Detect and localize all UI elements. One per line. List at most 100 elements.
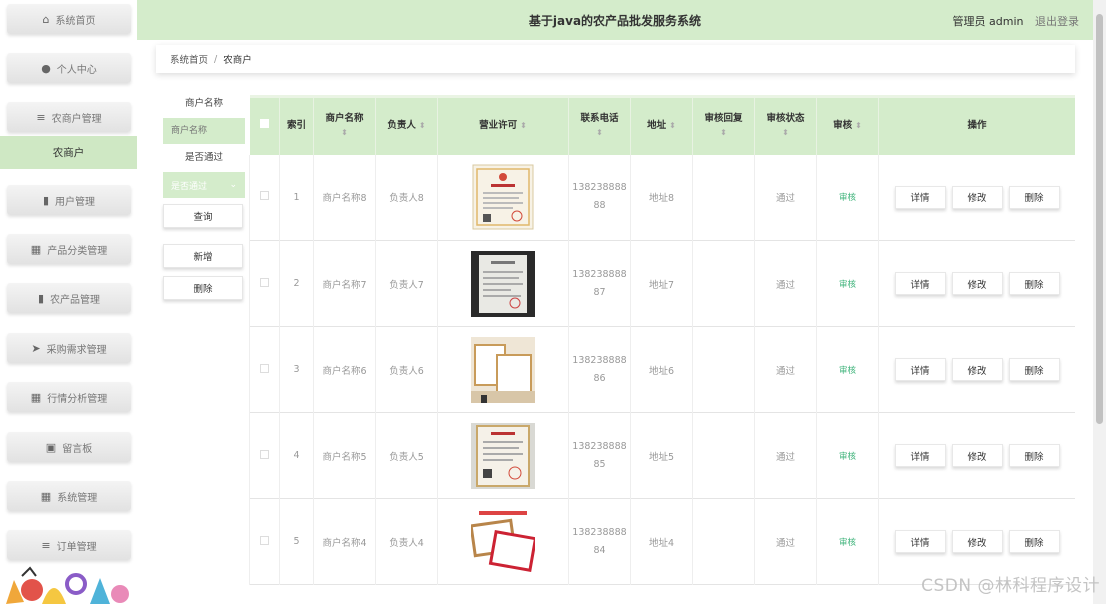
passed-select[interactable]: 是否通过 ⌄	[163, 172, 245, 198]
search-form: 商户名称 是否通过 是否通过 ⌄ 查询 新增 删除	[160, 96, 248, 300]
sidebar-item-profile[interactable]: ● 个人中心	[7, 53, 131, 83]
edit-button[interactable]: 修改	[951, 444, 1003, 467]
sort-icon[interactable]: ⬍	[419, 121, 426, 130]
audit-link[interactable]: 审核	[839, 366, 856, 376]
sidebar-item-market-analysis[interactable]: ▦ 行情分析管理	[7, 382, 131, 412]
sidebar-item-product-management[interactable]: ▮ 农产品管理	[7, 283, 131, 313]
select-all-header[interactable]	[249, 96, 280, 155]
detail-button[interactable]: 详情	[894, 530, 946, 553]
license-image[interactable]	[469, 508, 538, 575]
select-all-checkbox[interactable]	[259, 119, 269, 129]
page-scrollbar[interactable]	[1093, 0, 1106, 604]
license-image[interactable]	[471, 422, 535, 489]
scrollbar-thumb[interactable]	[1096, 14, 1103, 424]
user-icon: ●	[41, 61, 51, 75]
sidebar-item-label: 产品分类管理	[47, 245, 108, 257]
add-button[interactable]: 新增	[163, 244, 243, 268]
status-cell: 通过	[754, 240, 817, 327]
sort-icon[interactable]: ⬍	[855, 121, 862, 130]
passed-select-value: 是否通过	[171, 181, 208, 192]
sidebar-item-home[interactable]: ⌂ 系统首页	[7, 4, 131, 34]
batch-delete-button[interactable]: 删除	[163, 276, 243, 300]
detail-button[interactable]: 详情	[894, 185, 946, 209]
sidebar-item-message-board[interactable]: ▣ 留言板	[7, 432, 131, 462]
row-select-cell[interactable]	[249, 240, 280, 327]
sort-icon[interactable]: ⬍	[314, 126, 375, 140]
row-checkbox[interactable]	[260, 277, 269, 287]
license-cell	[437, 326, 569, 413]
column-header-label: 负责人	[387, 120, 416, 132]
query-button[interactable]: 查询	[163, 204, 243, 228]
row-checkbox[interactable]	[260, 535, 269, 545]
row-checkbox[interactable]	[260, 449, 269, 459]
audit-link[interactable]: 审核	[839, 538, 856, 548]
detail-button[interactable]: 详情	[894, 272, 946, 295]
audit-cell: 审核	[816, 154, 879, 241]
sidebar-item-purchase-management[interactable]: ➤ 采购需求管理	[7, 333, 131, 363]
delete-button[interactable]: 删除	[1008, 530, 1060, 553]
ops-cell: 详情 修改 删除	[878, 412, 1075, 499]
sidebar-item-order-management[interactable]: ≡ 订单管理	[7, 530, 131, 560]
edit-button[interactable]: 修改	[951, 358, 1003, 381]
audit-link[interactable]: 审核	[839, 280, 856, 290]
delete-button[interactable]: 删除	[1008, 185, 1060, 209]
license-image[interactable]	[471, 336, 535, 403]
row-select-cell[interactable]	[249, 154, 280, 241]
row-select-cell[interactable]	[249, 498, 280, 585]
license-image[interactable]	[471, 250, 535, 317]
row-select-cell[interactable]	[249, 412, 280, 499]
sort-icon[interactable]: ⬍	[669, 121, 676, 130]
breadcrumb-home[interactable]: 系统首页	[170, 52, 208, 66]
address-cell: 地址7	[630, 240, 693, 327]
delete-button[interactable]: 删除	[1008, 272, 1060, 295]
status-cell: 通过	[754, 154, 817, 241]
sort-icon[interactable]: ⬍	[569, 126, 630, 140]
audit-link[interactable]: 审核	[839, 452, 856, 462]
sidebar-item-label: 采购需求管理	[46, 344, 107, 356]
column-header-sortable[interactable]: 审核回复 ⬍	[692, 96, 755, 155]
logout-link[interactable]: 退出登录	[1035, 15, 1079, 28]
merchant-name-input[interactable]	[163, 118, 245, 144]
detail-button[interactable]: 详情	[894, 444, 946, 467]
phone-cell: 138238888 85	[568, 412, 631, 499]
column-header-sortable[interactable]: 负责人 ⬍	[375, 96, 438, 155]
column-header-sortable[interactable]: 联系电话 ⬍	[568, 96, 631, 155]
row-checkbox[interactable]	[260, 191, 269, 201]
merchant-table: 索引 商户名称 ⬍ 负责人 ⬍ 营业许可 ⬍ 联系电话 ⬍ 地址 ⬍ 审核回复 ⬍ 审核状态…	[249, 95, 1075, 604]
audit-cell: 审核	[816, 326, 879, 413]
edit-button[interactable]: 修改	[951, 530, 1003, 553]
sort-icon[interactable]: ⬍	[755, 126, 816, 140]
column-header-sortable[interactable]: 商户名称 ⬍	[313, 96, 376, 155]
sidebar-item-category-management[interactable]: ▦ 产品分类管理	[7, 234, 131, 264]
phone-line-1: 138238888	[572, 182, 627, 194]
delete-button[interactable]: 删除	[1008, 358, 1060, 381]
audit-link[interactable]: 审核	[839, 193, 856, 203]
sidebar-item-user-management[interactable]: ▮ 用户管理	[7, 185, 131, 215]
sidebar-item-label: 订单管理	[56, 541, 97, 553]
sort-icon[interactable]: ⬍	[520, 121, 527, 130]
sort-icon[interactable]: ⬍	[693, 126, 754, 140]
column-header: 索引	[279, 96, 314, 155]
detail-button[interactable]: 详情	[894, 358, 946, 381]
phone-line-2: 85	[593, 458, 606, 470]
row-select-cell[interactable]	[249, 326, 280, 413]
reply-cell	[692, 412, 755, 499]
column-header-label: 联系电话	[580, 113, 619, 125]
edit-button[interactable]: 修改	[951, 185, 1003, 209]
column-header-sortable[interactable]: 审核 ⬍	[816, 96, 879, 155]
sidebar-item-merchant-management[interactable]: ≡ 农商户管理	[7, 102, 131, 132]
breadcrumb-current: 农商户	[223, 55, 252, 66]
sidebar-subitem-merchant[interactable]: 农商户	[0, 136, 137, 169]
column-header-sortable[interactable]: 营业许可 ⬍	[437, 96, 569, 155]
passed-label: 是否通过	[184, 152, 223, 163]
delete-button[interactable]: 删除	[1008, 444, 1060, 467]
sidebar-item-label: 用户管理	[55, 196, 96, 208]
license-image[interactable]	[471, 164, 535, 230]
column-header-label: 营业许可	[479, 120, 518, 132]
row-checkbox[interactable]	[260, 363, 269, 373]
edit-button[interactable]: 修改	[951, 272, 1003, 295]
column-header-sortable[interactable]: 地址 ⬍	[630, 96, 693, 155]
column-header-sortable[interactable]: 审核状态 ⬍	[754, 96, 817, 155]
phone-cell: 138238888 84	[568, 498, 631, 585]
sidebar-item-system-management[interactable]: ▦ 系统管理	[7, 481, 131, 511]
